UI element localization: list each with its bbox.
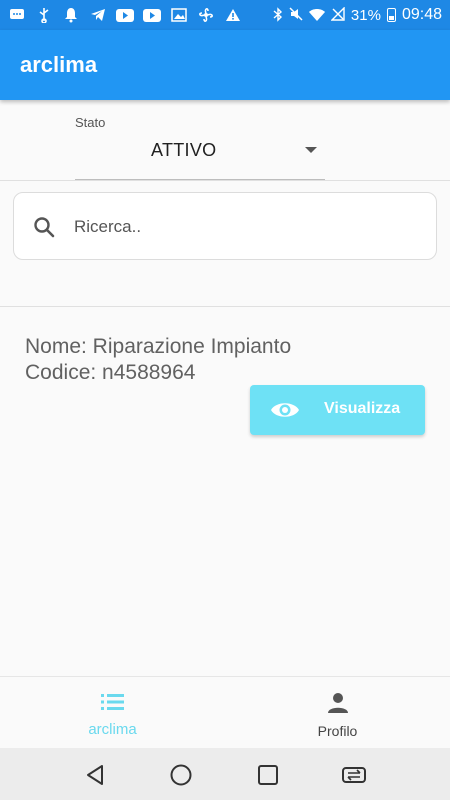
nav-label-arclima: arclima: [88, 721, 137, 738]
switch-apps-icon[interactable]: [341, 762, 367, 788]
telegram-icon: [89, 8, 107, 22]
recents-icon[interactable]: [255, 762, 281, 788]
view-button-label: Visualizza: [324, 400, 401, 417]
image-icon: [170, 8, 188, 22]
fan-icon: [197, 8, 215, 22]
system-status: 31% 09:48: [273, 6, 442, 24]
status-dropdown[interactable]: ATTIVO: [75, 130, 325, 180]
nav-item-arclima[interactable]: arclima: [0, 677, 225, 749]
notification-icons: [8, 8, 242, 23]
system-navigation-bar: [0, 748, 450, 800]
divider: [0, 180, 450, 181]
warning-icon: [224, 8, 242, 22]
status-dropdown-value: ATTIVO: [151, 140, 217, 160]
wifi-icon: [308, 8, 325, 23]
no-signal-icon: [330, 6, 345, 23]
battery-icon: [386, 8, 396, 22]
home-icon[interactable]: [168, 762, 194, 788]
usb-icon: [35, 8, 53, 23]
bluetooth-icon: [273, 6, 283, 24]
nav-label-profilo: Profilo: [317, 723, 358, 739]
bottom-navigation: arclima Profilo: [0, 676, 450, 748]
youtube-icon: [143, 8, 161, 22]
search-icon: [34, 217, 55, 238]
back-icon[interactable]: [82, 762, 108, 788]
person-icon: [327, 693, 348, 713]
search-input[interactable]: Ricerca..: [13, 192, 437, 260]
dropdown-arrow-icon: [305, 147, 317, 153]
status-bar: 31% 09:48: [0, 0, 450, 30]
youtube-icon: [116, 8, 134, 22]
bell-icon: [62, 8, 80, 23]
app-title: arclima: [20, 52, 98, 77]
filter-label: Stato: [75, 115, 106, 130]
search-placeholder: Ricerca..: [74, 217, 142, 236]
view-button[interactable]: Visualizza: [250, 385, 425, 435]
mute-icon: [289, 7, 303, 23]
battery-percent: 31%: [350, 6, 381, 24]
eye-icon: [271, 403, 299, 417]
divider: [0, 306, 450, 307]
list-icon: [100, 694, 124, 710]
chat-icon: [8, 8, 26, 22]
app-bar: arclima: [0, 30, 450, 100]
item-code: Codice: n4588964: [25, 361, 196, 384]
item-name: Nome: Riparazione Impianto: [25, 335, 292, 358]
clock: 09:48: [401, 6, 442, 23]
nav-item-profilo[interactable]: Profilo: [225, 677, 450, 749]
